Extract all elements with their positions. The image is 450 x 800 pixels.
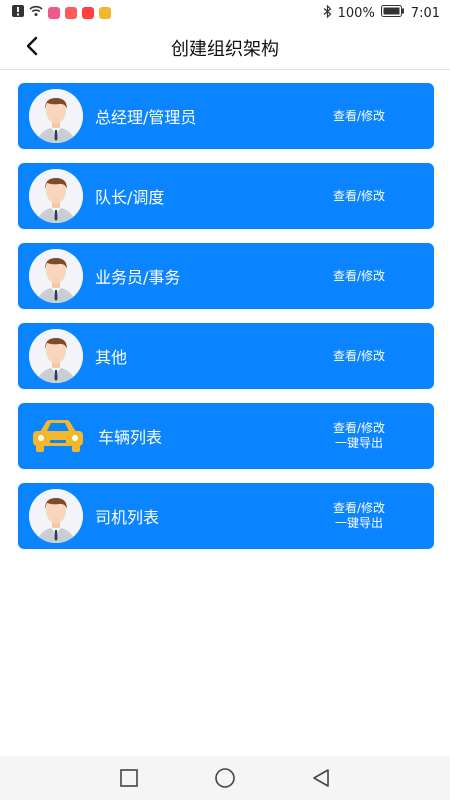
card-label: 队长/调度 [95,188,165,207]
card-actions: 查看/修改 [314,269,404,284]
view-edit-link[interactable]: 查看/修改 [314,189,404,204]
wifi-icon [29,5,43,21]
view-edit-link[interactable]: 查看/修改 [314,349,404,364]
alert-icon [12,5,24,21]
user-avatar-icon [29,489,83,543]
home-button[interactable] [212,765,238,791]
card-actions: 查看/修改 一键导出 [314,501,404,531]
app-notification-icon [82,7,94,19]
user-avatar-icon [29,249,83,303]
card-label: 业务员/事务 [95,268,181,287]
header: 创建组织架构 [0,26,450,70]
chevron-left-icon [25,36,39,60]
export-link[interactable]: 一键导出 [314,516,404,531]
clock: 7:01 [410,5,440,21]
user-avatar-icon [29,329,83,383]
org-card[interactable]: 司机列表 查看/修改 一键导出 [18,483,434,549]
app-notification-icon [65,7,77,19]
card-actions: 查看/修改 一键导出 [314,421,404,451]
card-actions: 查看/修改 [314,109,404,124]
org-card[interactable]: 其他 查看/修改 [18,323,434,389]
status-right: 100% 7:01 [323,4,440,22]
app-notification-icon [48,7,60,19]
org-card[interactable]: 总经理/管理员 查看/修改 [18,83,434,149]
card-actions: 查看/修改 [314,349,404,364]
bluetooth-icon [323,4,332,22]
org-card[interactable]: 车辆列表 查看/修改 一键导出 [18,403,434,469]
user-avatar-icon [29,89,83,143]
org-list: 总经理/管理员 查看/修改 队长/调度 查看/修改 业务员/事务 查看/修改 其他 查看/修改… [18,83,434,563]
car-icon [30,409,86,463]
view-edit-link[interactable]: 查看/修改 [314,269,404,284]
status-left [12,5,111,21]
export-link[interactable]: 一键导出 [314,436,404,451]
card-label: 其他 [95,348,128,367]
card-label: 总经理/管理员 [95,108,197,127]
battery-icon [380,5,405,21]
view-edit-link[interactable]: 查看/修改 [314,109,404,124]
status-bar: 100% 7:01 [0,0,450,26]
navigation-bar [0,756,450,800]
back-nav-button[interactable] [308,765,334,791]
app-notification-icon [99,7,111,19]
card-label: 司机列表 [95,508,160,527]
recent-apps-button[interactable] [116,765,142,791]
user-avatar-icon [29,169,83,223]
org-card[interactable]: 队长/调度 查看/修改 [18,163,434,229]
page-title: 创建组织架构 [171,38,279,60]
card-label: 车辆列表 [98,428,163,447]
battery-level: 100% [337,5,375,21]
card-actions: 查看/修改 [314,189,404,204]
view-edit-link[interactable]: 查看/修改 [314,501,404,516]
back-button[interactable] [18,34,46,62]
view-edit-link[interactable]: 查看/修改 [314,421,404,436]
org-card[interactable]: 业务员/事务 查看/修改 [18,243,434,309]
